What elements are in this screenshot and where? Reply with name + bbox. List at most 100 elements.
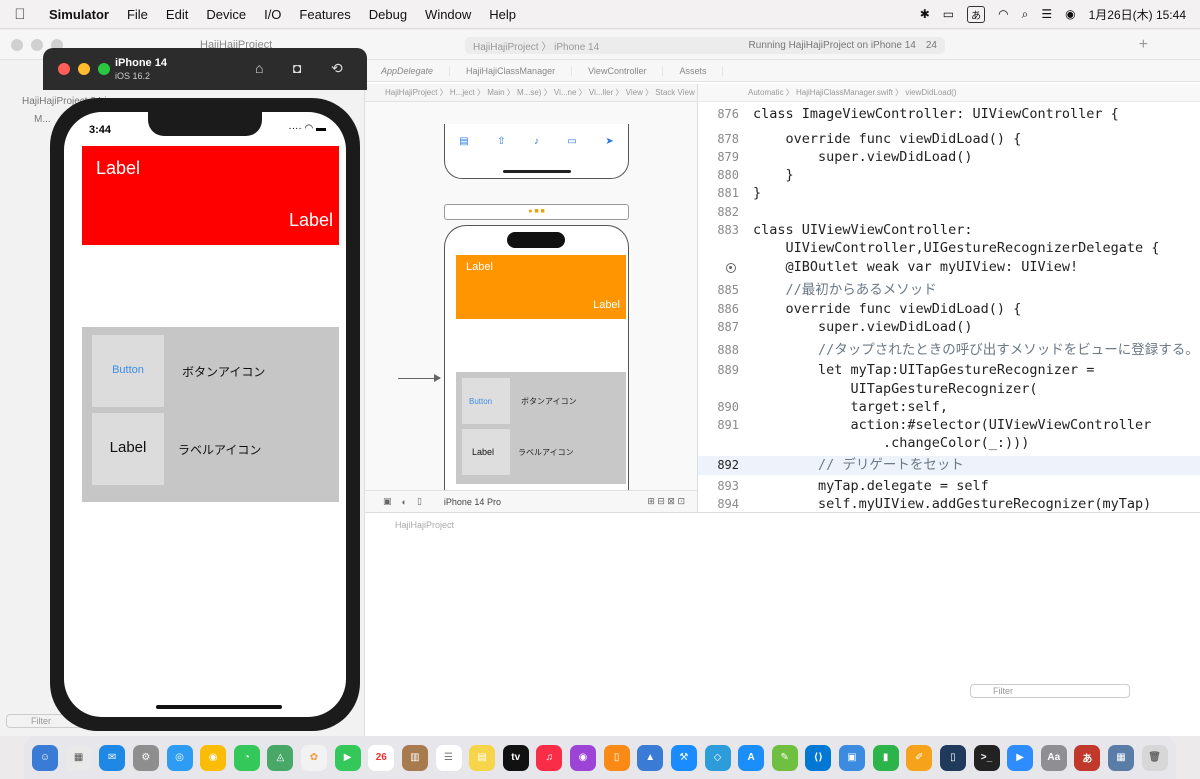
code-text[interactable]: self.myUIView.addGestureRecognizer(myTap… xyxy=(753,496,1151,512)
app-button[interactable]: Button xyxy=(92,364,164,376)
safari-icon[interactable]: ◎ xyxy=(166,744,193,771)
screenshot-icon[interactable]: ◘ xyxy=(293,60,301,76)
code-comment[interactable]: //タップされたときの呼び出すメソッドをビューに登録する。 xyxy=(753,342,1199,358)
code-text[interactable]: let myTap:UITapGestureRecognizer = xyxy=(753,362,1094,378)
code-line[interactable]: 889 let myTap:UITapGestureRecognizer = xyxy=(698,361,1200,380)
code-jump-bar[interactable]: Automatic 〉 HajiHajiClassManager.swift 〉… xyxy=(697,84,1200,102)
storyboard-label-cell[interactable]: Label xyxy=(462,429,510,475)
code-text[interactable]: myTap.delegate = self xyxy=(753,478,989,494)
code-text[interactable]: @IBOutlet weak var myUIView: UIView! xyxy=(753,259,1079,275)
storyboard-button-cell[interactable]: Button xyxy=(462,378,510,424)
menu-edit[interactable]: Edit xyxy=(157,7,197,22)
preview-icon[interactable]: ▦ xyxy=(1108,744,1134,771)
storyboard-previous-scene[interactable]: ▤ ⇧ ♪ ▭ ➤ xyxy=(444,124,629,179)
apple-menu-icon[interactable]:  xyxy=(0,6,40,23)
apple-tv-icon[interactable]: tv xyxy=(502,744,529,771)
scheme-selector[interactable]: HajiHajiProject 〉 iPhone 14 xyxy=(473,38,599,53)
siri-icon[interactable]: ◉ xyxy=(1065,7,1075,21)
document-outline-icon[interactable]: ▣ xyxy=(383,496,392,507)
chrome-icon[interactable]: ◉ xyxy=(200,744,227,771)
spotlight-search-icon[interactable]: ⌕ xyxy=(1022,7,1029,22)
code-comment[interactable]: //最初からあるメソッド xyxy=(753,282,937,298)
menu-device[interactable]: Device xyxy=(197,7,255,22)
menu-app-name[interactable]: Simulator xyxy=(40,7,118,22)
storyboard-canvas[interactable]: ▤ ⇧ ♪ ▭ ➤ ● ■ ■ Label Label Button ボタンアイ… xyxy=(365,100,697,522)
menu-clock[interactable]: 1月26日(木) 15:44 xyxy=(1089,6,1186,23)
photos-icon[interactable]: ✿ xyxy=(301,744,327,771)
code-editor[interactable]: 876 class ImageViewController: UIViewCont… xyxy=(697,102,1200,512)
code-line[interactable]: 888 //タップされたときの呼び出すメソッドをビューに登録する。 xyxy=(698,341,1200,360)
terminal-icon[interactable]: >_ xyxy=(973,744,1000,771)
storyboard-label-icon[interactable]: Label xyxy=(472,447,494,457)
code-text[interactable]: action:#selector(UIViewViewController xyxy=(753,417,1152,433)
control-center-icon[interactable]: ☰ xyxy=(1041,7,1052,21)
keynote-icon[interactable]: ▲ xyxy=(637,744,664,771)
messages-icon[interactable]: ◔ xyxy=(233,744,260,771)
simulator-app-icon[interactable]: ▯ xyxy=(939,744,966,771)
code-line[interactable]: UIViewController,UIGestureRecognizerDele… xyxy=(698,239,1200,258)
red-uiview[interactable]: Label Label xyxy=(82,146,339,245)
code-line-current[interactable]: 892 // デリゲートをセット xyxy=(698,456,1200,475)
vscode-icon[interactable]: ⟨⟩ xyxy=(805,744,832,771)
facetime-icon[interactable]: ▶ xyxy=(334,744,361,771)
pages-icon[interactable]: ✐ xyxy=(906,744,933,771)
menu-help[interactable]: Help xyxy=(480,7,525,22)
bluetooth-icon[interactable]: ✱ xyxy=(920,7,930,21)
dictionary-icon[interactable]: あ xyxy=(1074,744,1101,771)
tab-appdelegate[interactable]: AppDelegate xyxy=(365,65,451,76)
trash-icon[interactable]: 🗑 xyxy=(1141,744,1168,771)
app-store-icon[interactable]: A xyxy=(738,744,765,771)
numbers-icon[interactable]: ▮ xyxy=(872,744,899,771)
instruments-icon[interactable]: ◇ xyxy=(704,744,731,771)
code-text[interactable]: super.viewDidLoad() xyxy=(753,319,972,335)
canvas-device-selector[interactable]: iPhone 14 Pro xyxy=(444,497,501,507)
code-text[interactable]: UITapGestureRecognizer( xyxy=(753,381,1038,397)
xcode-minimize-button[interactable] xyxy=(31,38,43,51)
debug-area[interactable]: HajiHajiProject Filter xyxy=(365,512,1200,706)
code-line[interactable]: 880 } xyxy=(698,166,1200,185)
code-line[interactable]: 887 super.viewDidLoad() xyxy=(698,318,1200,337)
outlet-connection-icon[interactable] xyxy=(726,263,736,273)
simulator-close-button[interactable] xyxy=(58,63,70,75)
navigator-folder-row[interactable]: M... xyxy=(34,114,51,125)
code-line[interactable]: 883 class UIViewViewController: xyxy=(698,221,1200,240)
code-text[interactable]: class UIViewViewController: xyxy=(753,222,972,238)
code-text[interactable]: super.viewDidLoad() xyxy=(753,149,972,165)
storyboard-label-top[interactable]: Label xyxy=(466,261,493,273)
code-text[interactable]: override func viewDidLoad() { xyxy=(753,301,1022,317)
reminders-icon[interactable]: ☰ xyxy=(435,744,462,771)
code-line[interactable]: 878 override func viewDidLoad() { xyxy=(698,130,1200,149)
scene-dock-bar[interactable]: ● ■ ■ xyxy=(444,204,629,220)
entry-point-arrow[interactable] xyxy=(398,374,441,382)
storyboard-button-caption[interactable]: ボタンアイコン xyxy=(521,396,577,407)
xcode-close-button[interactable] xyxy=(11,38,23,51)
code-line[interactable]: @IBOutlet weak var myUIView: UIView! xyxy=(698,258,1200,277)
code-comment[interactable]: // デリゲートをセット xyxy=(753,457,964,473)
input-method-icon[interactable]: あ xyxy=(967,5,986,23)
orientation-icon[interactable]: ▯ xyxy=(417,496,422,507)
finder-icon[interactable]: ☺ xyxy=(32,744,58,771)
books-icon[interactable]: ▯ xyxy=(603,744,630,771)
simulator-zoom-button[interactable] xyxy=(98,63,110,75)
add-icon[interactable]: + xyxy=(1139,36,1148,54)
layout-tools-icon[interactable]: ⊞ ⊟ ⊠ ⊡ xyxy=(647,496,685,507)
code-line[interactable]: 891 action:#selector(UIViewViewControlle… xyxy=(698,416,1200,435)
storyboard-label-bottom[interactable]: Label xyxy=(593,299,620,311)
code-line[interactable]: 893 myTap.delegate = self xyxy=(698,477,1200,496)
code-text[interactable]: UIViewController,UIGestureRecognizerDele… xyxy=(753,240,1160,256)
calendar-icon[interactable]: 26 xyxy=(368,744,395,771)
storyboard-label-caption[interactable]: ラベルアイコン xyxy=(518,447,574,458)
code-text[interactable]: class ImageViewController: UIViewControl… xyxy=(753,106,1119,122)
code-text[interactable]: target:self, xyxy=(753,399,949,415)
xcode-icon[interactable]: ⚒ xyxy=(670,744,697,771)
menu-window[interactable]: Window xyxy=(416,7,480,22)
tab-viewcontroller[interactable]: ViewController xyxy=(572,65,664,76)
gitup-icon[interactable]: ✎ xyxy=(771,744,798,771)
code-line[interactable]: 885 //最初からあるメソッド xyxy=(698,281,1200,300)
code-line[interactable]: 876 class ImageViewController: UIViewCont… xyxy=(698,105,1200,124)
code-text[interactable]: .changeColor(_:))) xyxy=(753,435,1029,451)
keynote-presentation-icon[interactable]: ▣ xyxy=(839,744,865,771)
storyboard-main-scene[interactable]: Label Label Button ボタンアイコン Label ラベルアイコン xyxy=(444,225,629,522)
menu-debug[interactable]: Debug xyxy=(360,7,416,22)
code-text[interactable]: } xyxy=(753,167,794,183)
